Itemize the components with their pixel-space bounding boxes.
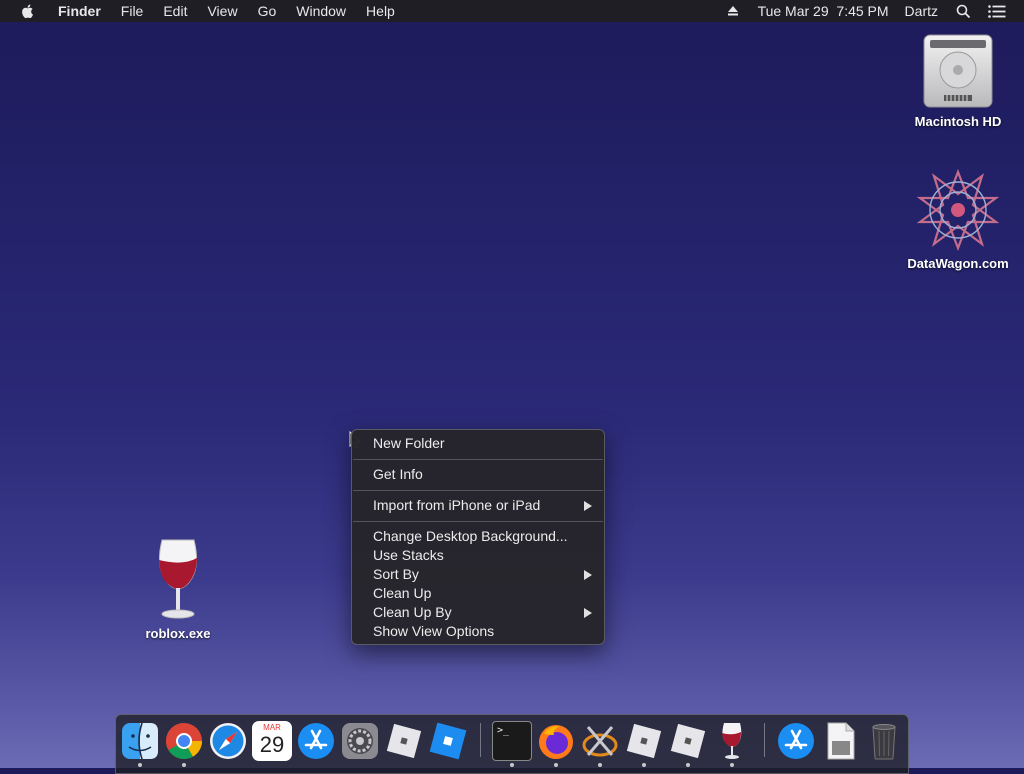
desktop-icon-macintosh-hd[interactable]: Macintosh HD (903, 32, 1013, 129)
menu-separator (353, 459, 603, 460)
dock-separator (764, 723, 765, 757)
hard-drive-icon (923, 34, 993, 108)
roblox-icon[interactable] (668, 721, 708, 761)
menu-app-finder[interactable]: Finder (48, 0, 111, 22)
desktop-icon-roblox-exe[interactable]: roblox.exe (128, 536, 228, 641)
menu-file[interactable]: File (111, 0, 154, 22)
menu-separator (353, 521, 603, 522)
safari-icon[interactable] (208, 721, 248, 761)
menu-window[interactable]: Window (286, 0, 356, 22)
roblox-studio-icon[interactable] (428, 721, 468, 761)
menu-item-get-info[interactable]: Get Info (352, 465, 604, 484)
calendar-icon[interactable]: MAR 29 (252, 721, 292, 761)
running-indicator (598, 763, 602, 767)
wine-glass-icon (158, 539, 198, 619)
dock: MAR 29 >_ (115, 714, 909, 774)
menu-edit[interactable]: Edit (153, 0, 197, 22)
running-indicator (138, 763, 142, 767)
running-indicator (686, 763, 690, 767)
eject-icon[interactable] (724, 3, 742, 19)
submenu-arrow-icon (584, 501, 592, 511)
running-indicator (554, 763, 558, 767)
system-preferences-icon[interactable] (340, 721, 380, 761)
clock[interactable]: Tue Mar 29 7:45 PM (750, 0, 897, 22)
roblox-icon[interactable] (384, 721, 424, 761)
app-store-icon[interactable] (776, 721, 816, 761)
menu-separator (353, 490, 603, 491)
menu-view[interactable]: View (197, 0, 247, 22)
terminal-icon[interactable]: >_ (492, 721, 532, 761)
apple-icon[interactable] (20, 3, 36, 19)
xquartz-icon[interactable] (580, 721, 620, 761)
user-menu[interactable]: Dartz (897, 0, 946, 22)
datawagon-icon (916, 168, 1000, 252)
desktop-icon-datawagon[interactable]: DataWagon.com (898, 168, 1018, 271)
menu-item-clean-up[interactable]: Clean Up (352, 584, 604, 603)
menu-item-new-folder[interactable]: New Folder (352, 434, 604, 453)
running-indicator (730, 763, 734, 767)
spotlight-search-icon[interactable] (954, 3, 972, 19)
menu-item-import-from-iphone[interactable]: Import from iPhone or iPad (352, 496, 604, 515)
dock-separator (480, 723, 481, 757)
desktop-icon-label: roblox.exe (145, 626, 211, 641)
running-indicator (510, 763, 514, 767)
document-icon[interactable] (820, 721, 860, 761)
running-indicator (642, 763, 646, 767)
menu-go[interactable]: Go (248, 0, 287, 22)
desktop-icon-label: Macintosh HD (914, 114, 1002, 129)
wine-icon[interactable] (712, 721, 752, 761)
notification-center-icon[interactable] (988, 3, 1006, 19)
menu-item-show-view-options[interactable]: Show View Options (352, 622, 604, 641)
chrome-icon[interactable] (164, 721, 204, 761)
submenu-arrow-icon (584, 570, 592, 580)
calendar-day: 29 (259, 732, 285, 757)
menu-item-sort-by[interactable]: Sort By (352, 565, 604, 584)
app-store-icon[interactable] (296, 721, 336, 761)
trash-icon[interactable] (864, 721, 904, 761)
menu-bar: Finder File Edit View Go Window Help Tue… (0, 0, 1024, 22)
submenu-arrow-icon (584, 608, 592, 618)
roblox-icon[interactable] (624, 721, 664, 761)
desktop-icon-label: DataWagon.com (907, 256, 1009, 271)
menu-help[interactable]: Help (356, 0, 405, 22)
menu-item-clean-up-by[interactable]: Clean Up By (352, 603, 604, 622)
firefox-icon[interactable] (536, 721, 576, 761)
finder-icon[interactable] (120, 721, 160, 761)
running-indicator (182, 763, 186, 767)
menu-item-use-stacks[interactable]: Use Stacks (352, 546, 604, 565)
menu-item-change-desktop-background[interactable]: Change Desktop Background... (352, 527, 604, 546)
desktop-context-menu: New Folder Get Info Import from iPhone o… (351, 429, 605, 645)
